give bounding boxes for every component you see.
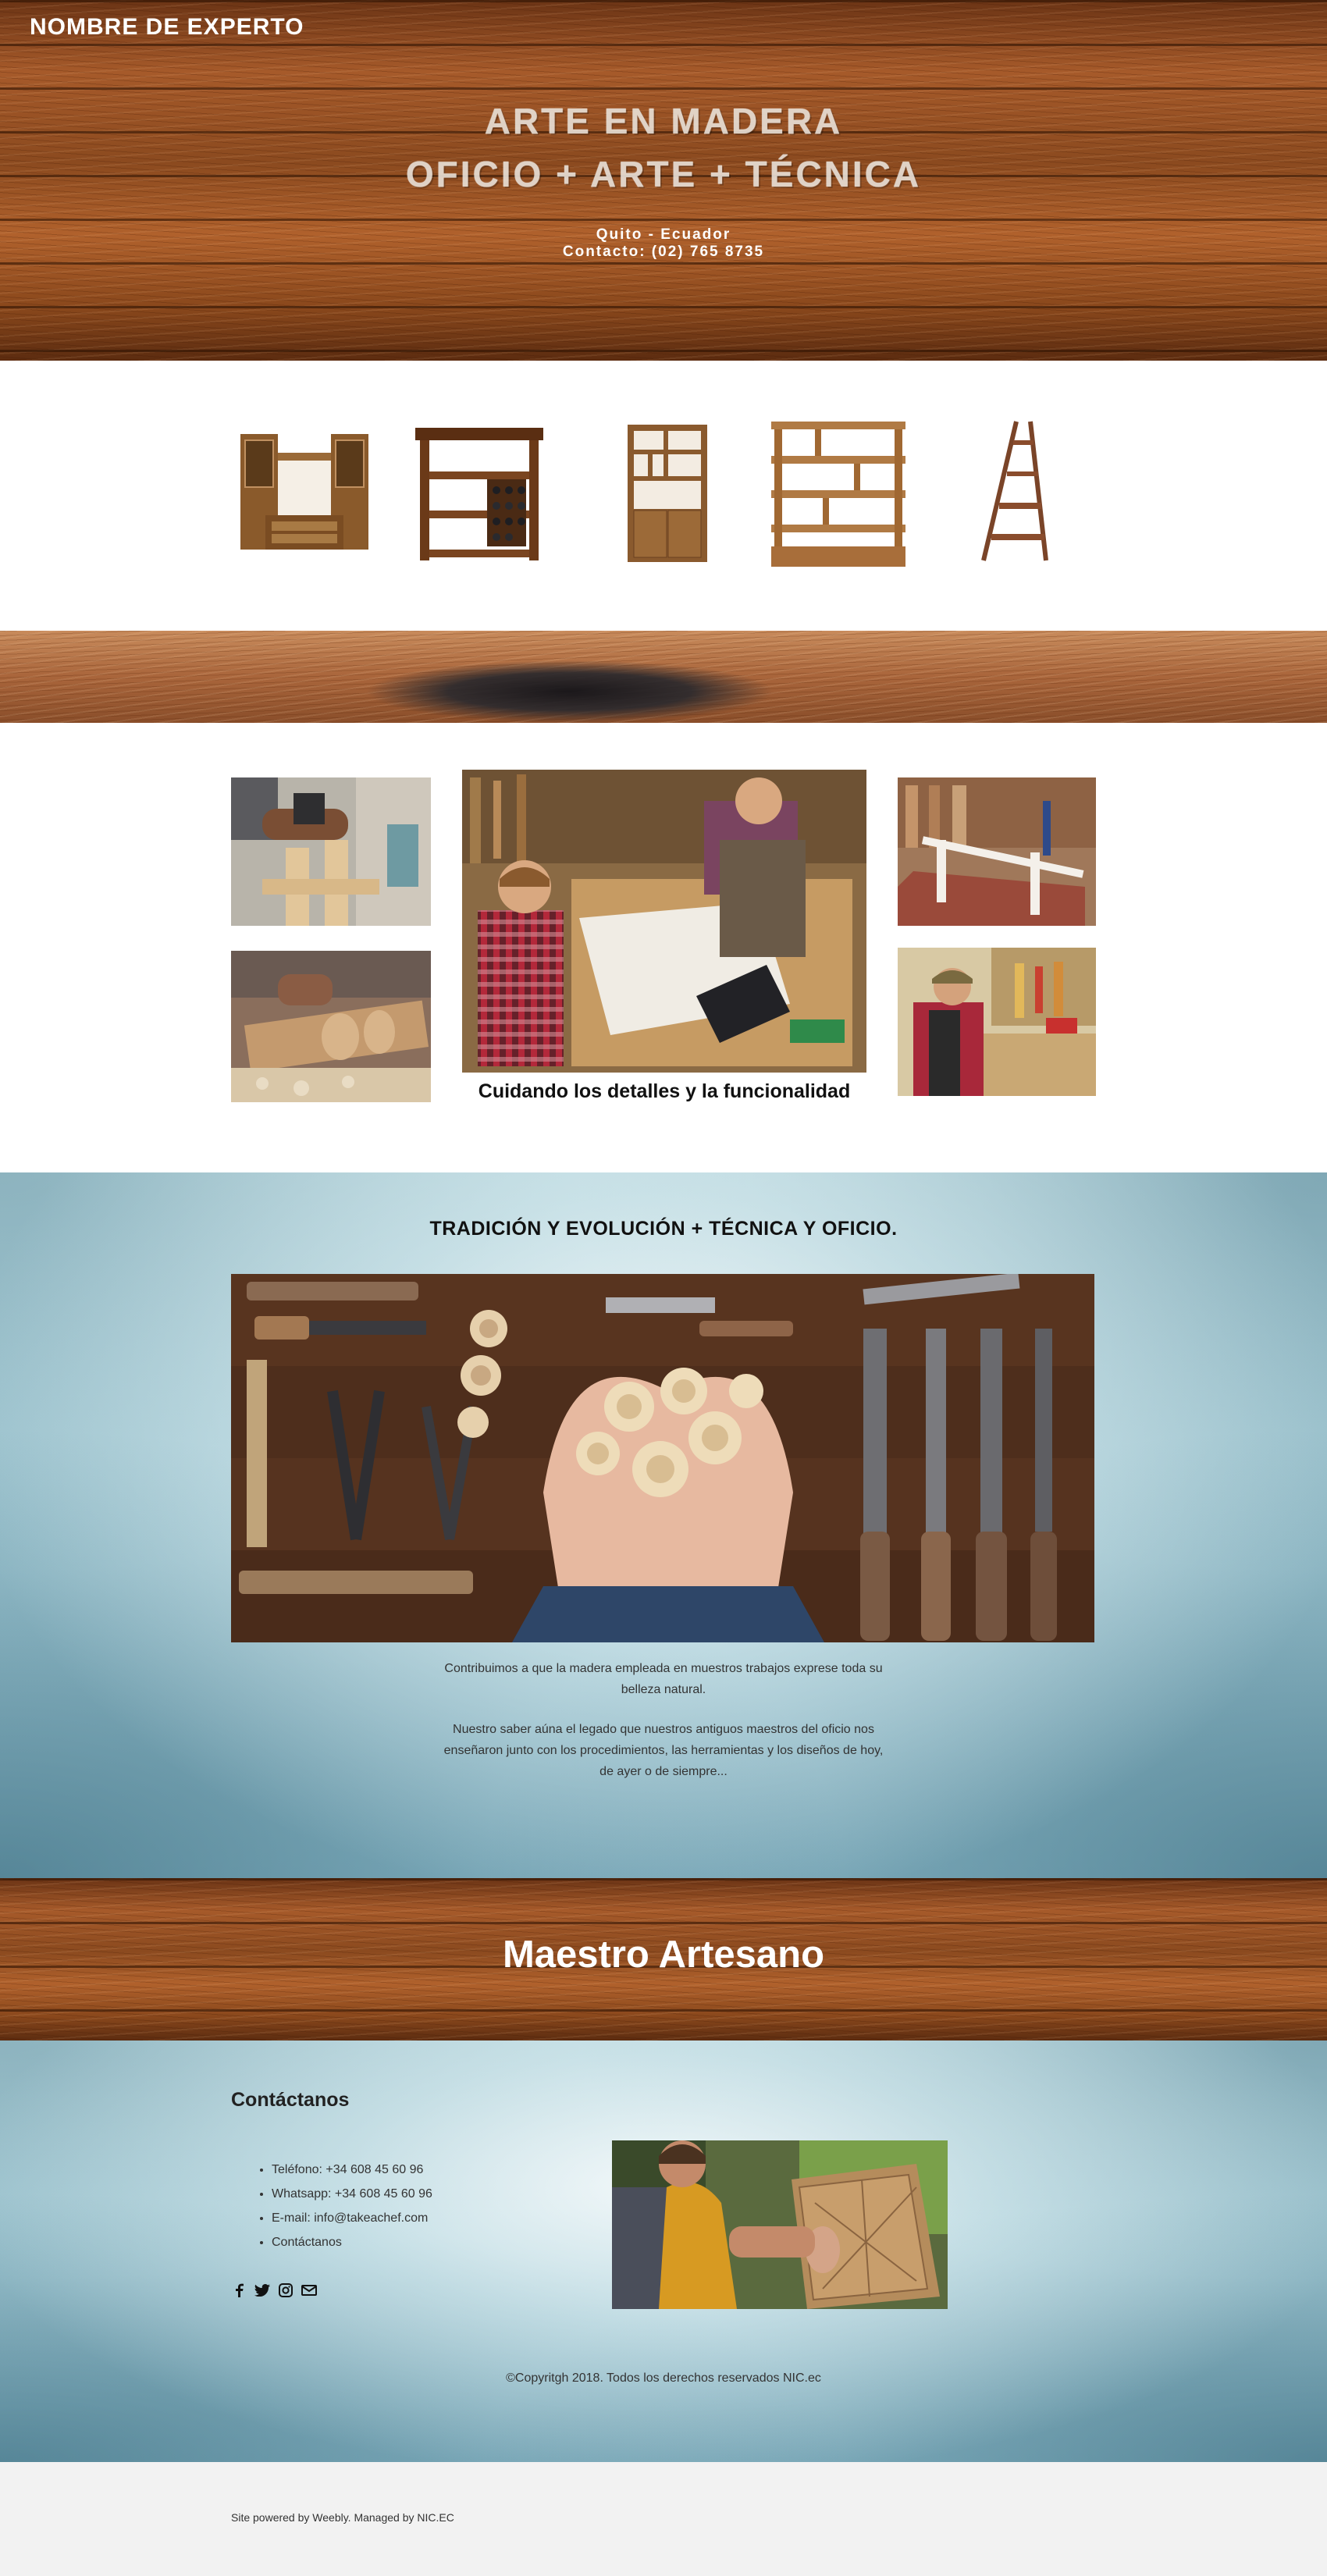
hero-contact: Contacto: (02) 765 8735 xyxy=(562,244,765,260)
mail-icon[interactable] xyxy=(301,2282,317,2298)
footer-credit[interactable]: Site powered by Weebly. Managed by NIC.E… xyxy=(231,2511,454,2524)
tradition-section: TRADICIÓN Y EVOLUCIÓN + TÉCNICA Y OFICIO… xyxy=(0,1172,1327,1878)
tradition-paragraph-1: Contribuimos a que la madera empleada en… xyxy=(444,1662,883,1696)
photo-carpenters-planning[interactable] xyxy=(462,770,866,1073)
twitter-icon[interactable] xyxy=(254,2282,270,2298)
contact-list: Teléfono: +34 608 45 60 96 Whatsapp: +34… xyxy=(247,2158,432,2254)
photo-leather-craftsman[interactable] xyxy=(612,2140,948,2309)
contact-link[interactable]: Contáctanos xyxy=(272,2230,432,2254)
facebook-icon[interactable] xyxy=(231,2282,247,2298)
wood-banner-strip xyxy=(0,631,1327,723)
workshop-gallery: Cuidando los detalles y la funcionalidad xyxy=(0,723,1327,1172)
furniture-image-wine-cabinet[interactable] xyxy=(412,425,546,565)
photo-wood-shavings-tools[interactable] xyxy=(231,1274,1094,1642)
furniture-gallery xyxy=(0,361,1327,631)
photo-craftsman-at-bench[interactable] xyxy=(898,948,1096,1096)
copyright-text: ©Copyritgh 2018. Todos los derechos rese… xyxy=(506,2371,821,2385)
gallery-caption: Cuidando los detalles y la funcionalidad xyxy=(478,1080,851,1102)
furniture-image-ladder-shelf[interactable] xyxy=(969,417,1055,565)
contact-phone: Teléfono: +34 608 45 60 96 xyxy=(272,2158,432,2182)
tradition-title: TRADICIÓN Y EVOLUCIÓN + TÉCNICA Y OFICIO… xyxy=(429,1218,898,1240)
instagram-icon[interactable] xyxy=(278,2282,294,2298)
site-title[interactable]: NOMBRE DE EXPERTO xyxy=(30,14,304,41)
site-footer: Site powered by Weebly. Managed by NIC.E… xyxy=(0,2462,1327,2576)
contact-section: Contáctanos Teléfono: +34 608 45 60 96 W… xyxy=(0,2041,1327,2462)
furniture-image-narrow-cabinet[interactable] xyxy=(624,423,710,564)
tradition-paragraph-2: Nuestro saber aúna el legado que nuestro… xyxy=(443,1723,884,1778)
hero-subheading: OFICIO + ARTE + TÉCNICA xyxy=(405,154,922,194)
contact-title: Contáctanos xyxy=(231,2089,350,2111)
hero-header: NOMBRE DE EXPERTO ARTE EN MADERA OFICIO … xyxy=(0,0,1327,361)
photo-sanding-wood[interactable] xyxy=(231,777,431,926)
social-icons xyxy=(231,2282,317,2298)
maestro-banner: Maestro Artesano xyxy=(0,1878,1327,2041)
hero-location: Quito - Ecuador xyxy=(596,226,731,243)
photo-carving-wood[interactable] xyxy=(231,951,431,1102)
contact-email[interactable]: E-mail: info@takeachef.com xyxy=(272,2206,432,2230)
photo-wood-clamps[interactable] xyxy=(898,777,1096,926)
maestro-title: Maestro Artesano xyxy=(502,1934,825,1976)
hero-heading: ARTE EN MADERA xyxy=(484,101,843,141)
furniture-image-tv-cabinet[interactable] xyxy=(234,429,375,554)
contact-whatsapp: Whatsapp: +34 608 45 60 96 xyxy=(272,2182,432,2206)
furniture-image-bookcase[interactable] xyxy=(768,418,909,570)
